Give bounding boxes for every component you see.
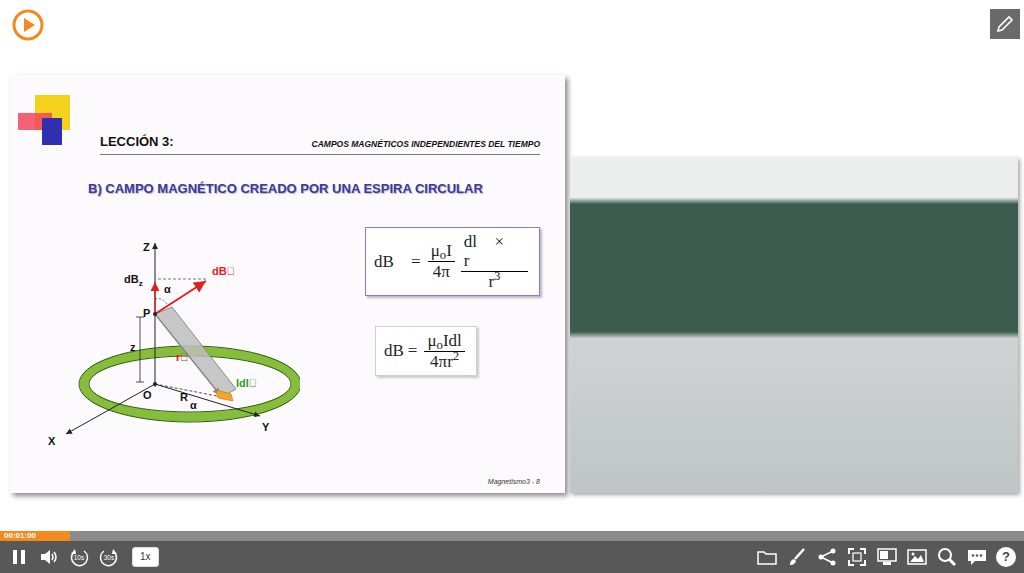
skip-label: 10s: [74, 554, 85, 561]
formula-part: 2: [453, 349, 459, 363]
label-text: α: [164, 283, 171, 295]
denominator: 4πr2: [427, 352, 462, 372]
label-text: dB: [124, 273, 139, 285]
image-icon[interactable]: [906, 546, 928, 568]
logo-icon: [18, 93, 80, 155]
denominator: r3: [485, 272, 503, 292]
label-text: α: [190, 399, 197, 411]
help-button[interactable]: ?: [996, 547, 1016, 567]
formula-part: μ: [427, 331, 436, 350]
slide-title: B) CAMPO MAGNÉTICO CREADO POR UNA ESPIRA…: [88, 179, 540, 199]
top-bar: [0, 0, 1024, 75]
main-area: LECCIÓN 3: CAMPOS MAGNÉTICOS INDEPENDIENT…: [0, 75, 1024, 493]
numerator: dl⃗ × r⃗: [461, 232, 528, 272]
formula-part: 3: [494, 269, 500, 283]
slide: LECCIÓN 3: CAMPOS MAGNÉTICOS INDEPENDIENT…: [10, 75, 565, 493]
formula-part: o: [440, 248, 446, 262]
formula-part: I: [446, 241, 452, 260]
slide-footer: Magnetismo3 - 8: [488, 478, 540, 485]
forward-icon[interactable]: 30s: [98, 546, 120, 568]
time-label: 00:01:00: [0, 531, 1024, 541]
label-text: Idl⃗: [236, 377, 257, 389]
slide-body: ZdBzαdB⃗Pzr⃗ORαIdl⃗XY dB⃗=μoI4πdl⃗ × r⃗r…: [18, 227, 540, 467]
formula-lhs: dB⃗: [374, 252, 407, 272]
label-text: R: [180, 391, 188, 403]
formula-part: Idl: [443, 331, 462, 350]
label-text: Z: [143, 241, 150, 253]
diagram-label: Y: [262, 421, 270, 433]
pause-icon[interactable]: [8, 546, 30, 568]
label-text: z: [130, 341, 136, 353]
label-subscript: z: [139, 279, 143, 288]
diagram-label: P: [143, 307, 150, 319]
chat-icon[interactable]: [966, 546, 988, 568]
formula-part: 4π: [433, 262, 450, 281]
numerator: μoI: [428, 241, 455, 262]
label-text: Y: [262, 421, 270, 433]
diagram-label: Idl⃗: [236, 377, 257, 389]
label-text: dB⃗: [212, 265, 235, 277]
label-text: X: [48, 435, 56, 447]
slide-heading: LECCIÓN 3: CAMPOS MAGNÉTICOS INDEPENDIENT…: [100, 132, 540, 156]
fullscreen-icon[interactable]: [846, 546, 868, 568]
formula-part: dl⃗ × r⃗: [464, 232, 504, 271]
formula-box: dB⃗=μoI4πdl⃗ × r⃗r3: [365, 227, 540, 297]
speed-button[interactable]: 1x: [132, 547, 159, 567]
diagram-label: O: [143, 389, 152, 401]
label-text: P: [143, 307, 150, 319]
folder-icon[interactable]: [756, 546, 778, 568]
control-bar: 10s 30s 1x ?: [0, 541, 1024, 573]
video-frame[interactable]: [570, 157, 1018, 493]
play-logo-icon[interactable]: [12, 9, 44, 41]
diagram-label: dB⃗: [212, 265, 235, 277]
formula-box: dB=μoIdl4πr2: [375, 326, 477, 376]
diagram-label: α: [190, 399, 197, 411]
share-icon[interactable]: [816, 546, 838, 568]
label-text: r⃗: [176, 351, 189, 363]
rewind-icon[interactable]: 10s: [68, 546, 90, 568]
denominator: 4π: [430, 262, 453, 282]
formula-part: o: [437, 338, 443, 352]
formulas: dB⃗=μoI4πdl⃗ × r⃗r3dB=μoIdl4πr2: [365, 227, 540, 377]
formula-equals: =: [411, 252, 421, 272]
formula-lhs: dB: [384, 341, 404, 361]
loop-diagram: ZdBzαdB⃗Pzr⃗ORαIdl⃗XY: [40, 237, 300, 467]
progress-track[interactable]: 00:01:00: [0, 531, 1024, 541]
diagram-label: X: [48, 435, 56, 447]
numerator: μoIdl: [424, 331, 464, 352]
volume-icon[interactable]: [38, 546, 60, 568]
diagram-label: dBz: [124, 273, 143, 288]
search-icon[interactable]: [936, 546, 958, 568]
pencil-icon[interactable]: [990, 9, 1020, 39]
diagram-label: r⃗: [176, 351, 189, 363]
lesson-label: LECCIÓN 3:: [100, 132, 174, 152]
formula-part: 4πr: [430, 352, 453, 371]
layout-icon[interactable]: [876, 546, 898, 568]
fraction: μoIdl4πr2: [424, 331, 464, 371]
slide-header: LECCIÓN 3: CAMPOS MAGNÉTICOS INDEPENDIENT…: [18, 93, 540, 155]
fraction: μoI4π: [428, 241, 455, 281]
fraction: dl⃗ × r⃗r3: [461, 232, 528, 292]
topic-label: CAMPOS MAGNÉTICOS INDEPENDIENTES DEL TIE…: [312, 138, 540, 151]
diagram-label: α: [164, 283, 171, 295]
formula-equals: =: [408, 341, 418, 361]
skip-label: 30s: [104, 554, 115, 561]
label-text: O: [143, 389, 152, 401]
diagram-label: z: [130, 341, 136, 353]
formula-part: μ: [431, 241, 440, 260]
diagram-label: Z: [143, 241, 150, 253]
formula-part: r: [488, 272, 494, 291]
diagram-label: R: [180, 391, 188, 403]
brush-icon[interactable]: [786, 546, 808, 568]
